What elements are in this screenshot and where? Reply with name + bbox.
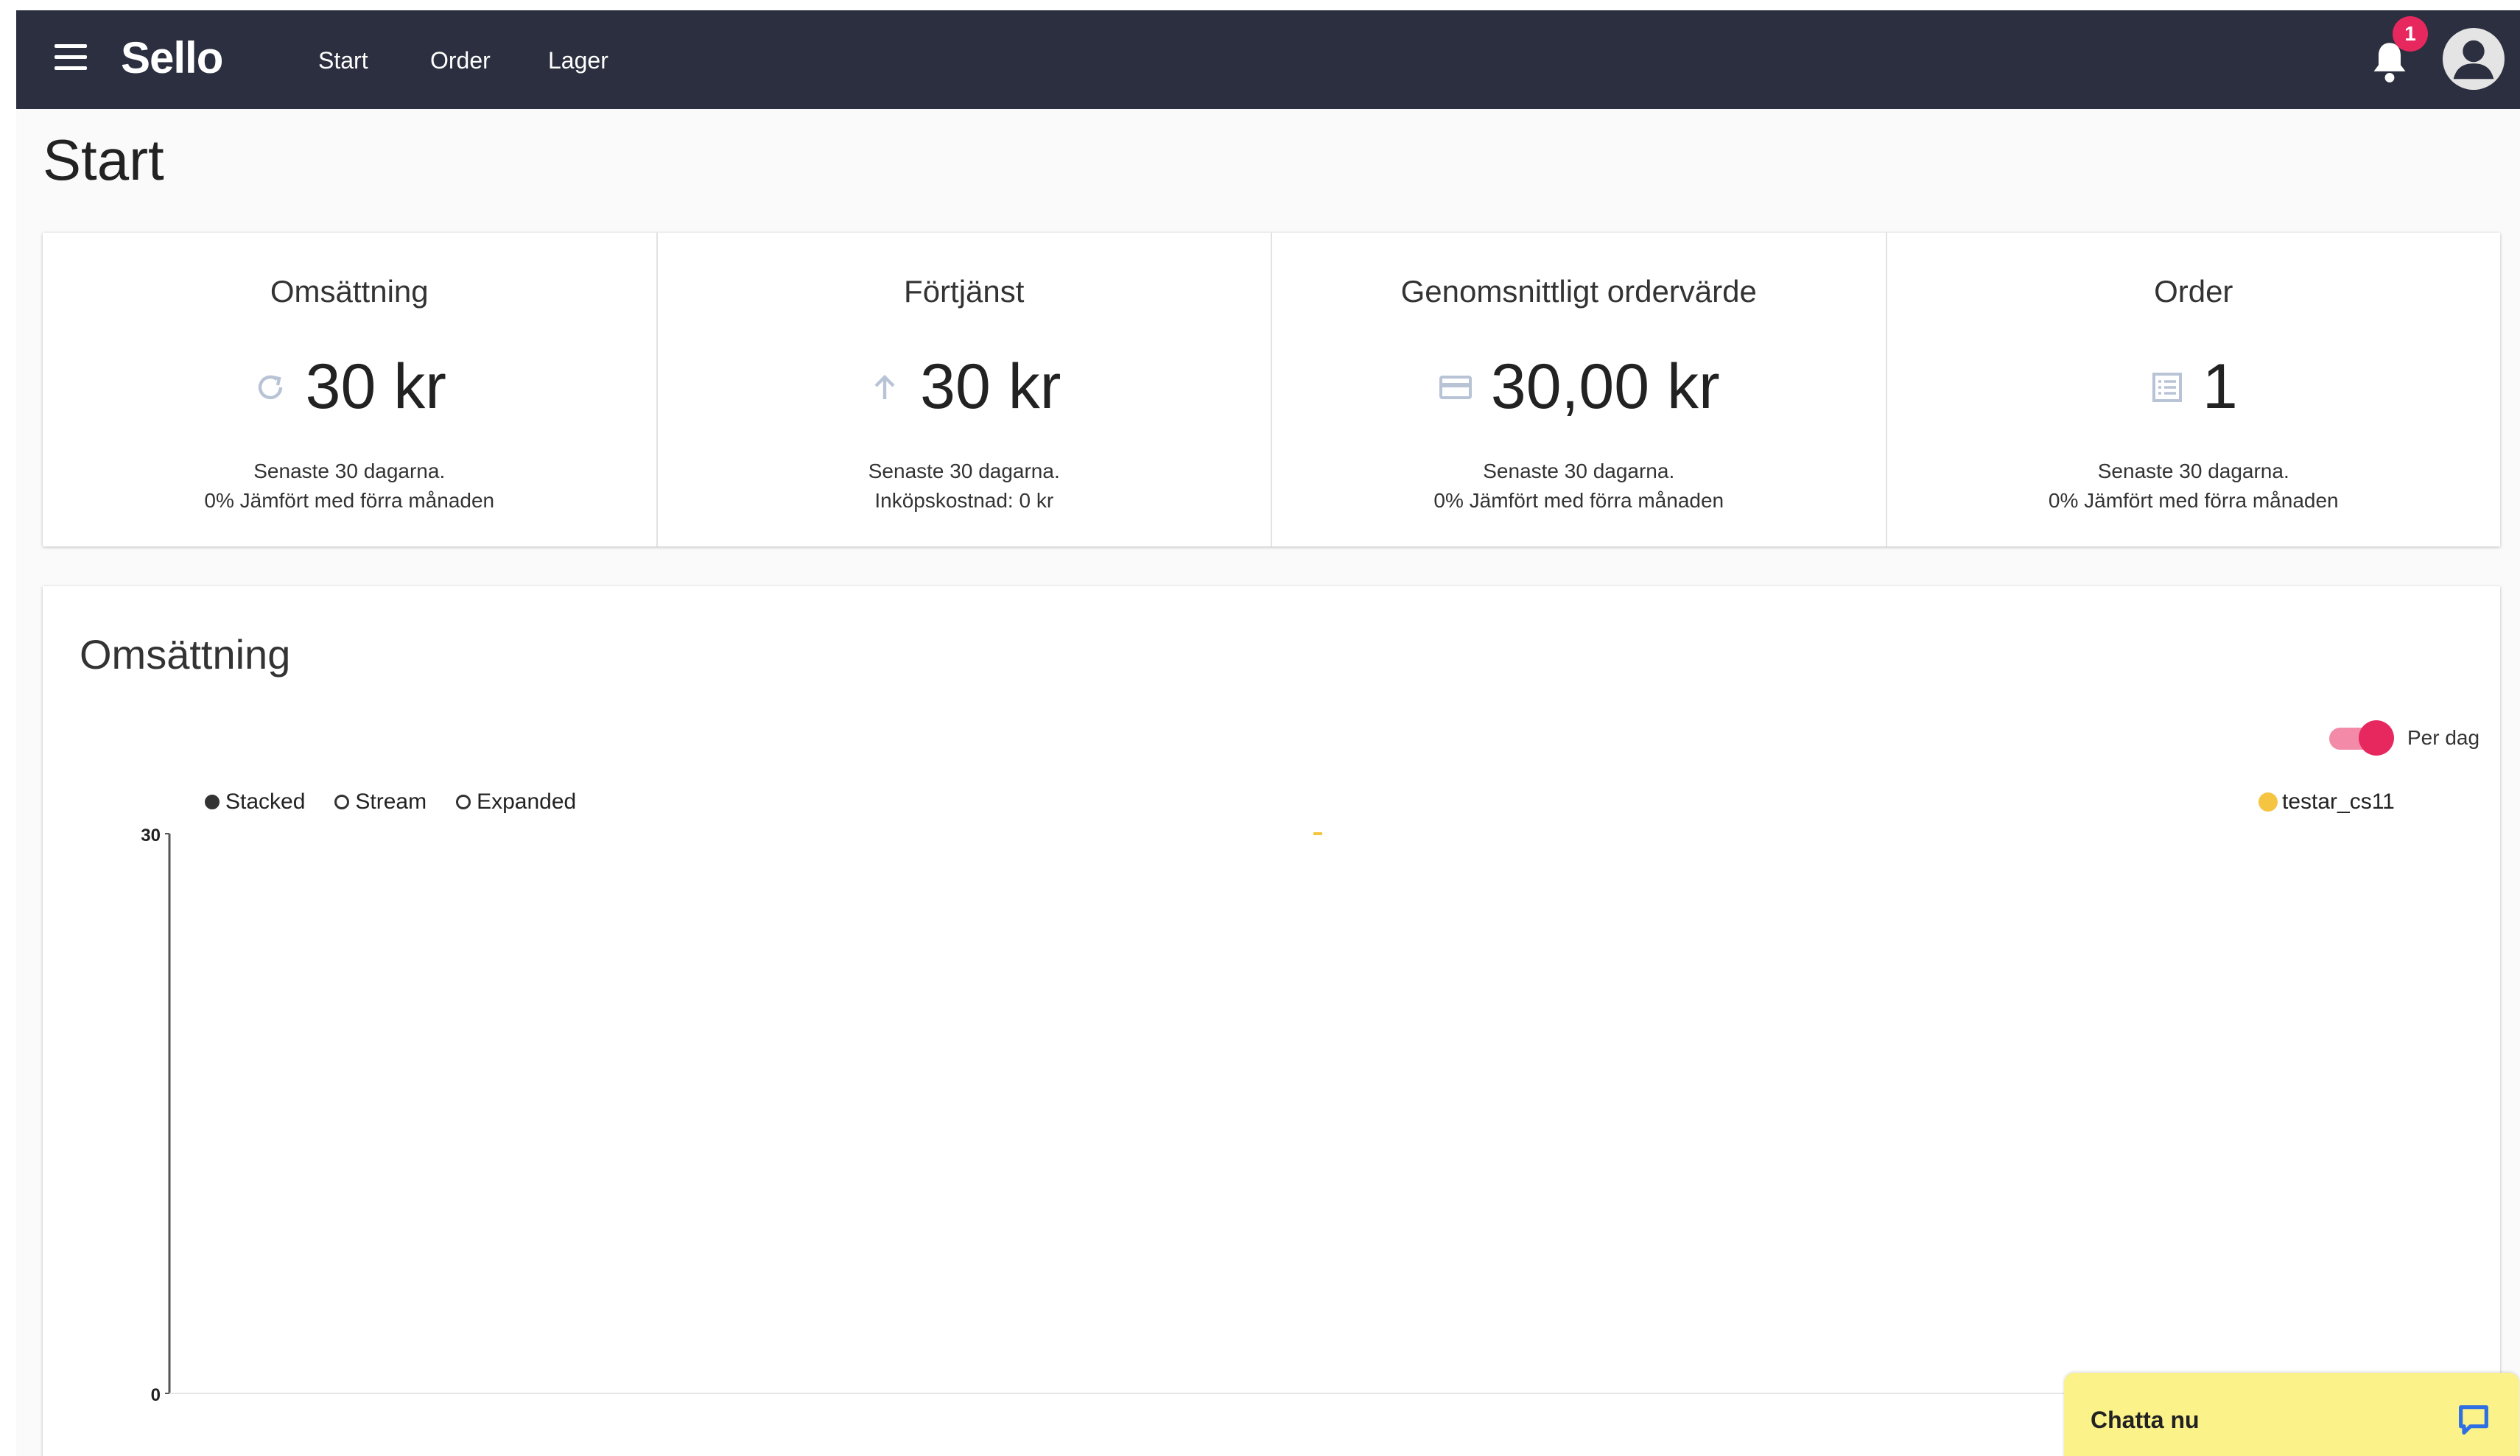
refresh-icon bbox=[258, 375, 282, 399]
notification-badge: 1 bbox=[2393, 16, 2428, 52]
brand-logo[interactable]: Sello bbox=[121, 32, 223, 83]
page-title: Start bbox=[43, 127, 164, 192]
stat-title: Förtjänst bbox=[904, 274, 1025, 309]
menu-icon[interactable] bbox=[55, 44, 87, 74]
y-tick-label: 30 bbox=[141, 826, 161, 845]
chat-widget-button[interactable]: Chatta nu bbox=[2064, 1373, 2519, 1456]
stat-title: Genomsnittligt ordervärde bbox=[1400, 274, 1757, 309]
stat-card-omsattning: Omsättning 30 kr Senaste 30 dagarna. 0% … bbox=[43, 233, 658, 546]
stat-note: Senaste 30 dagarna. bbox=[868, 460, 1060, 482]
list-icon bbox=[2152, 372, 2182, 402]
nav-lager[interactable]: Lager bbox=[548, 47, 608, 74]
stat-note: Senaste 30 dagarna. bbox=[253, 460, 446, 482]
stat-note: 0% Jämfört med förra månaden bbox=[1433, 489, 1724, 512]
stat-value: 30 kr bbox=[920, 351, 1061, 422]
nav-start[interactable]: Start bbox=[318, 47, 368, 74]
stat-value: 30 kr bbox=[305, 351, 446, 422]
top-navigation-bar: Sello Start Order Lager 1 bbox=[16, 10, 2520, 109]
stat-card-order: Order 1 Senaste 30 dagarna. 0% Jämfört m… bbox=[1887, 233, 2501, 546]
chart-canvas: 30 0 bbox=[141, 826, 2466, 1405]
chat-bubble-icon bbox=[2459, 1405, 2488, 1435]
stat-note: Senaste 30 dagarna. bbox=[1483, 460, 1675, 482]
credit-card-icon bbox=[1439, 375, 1472, 399]
stat-note: 0% Jämfört med förra månaden bbox=[204, 489, 495, 512]
stats-row: Omsättning 30 kr Senaste 30 dagarna. 0% … bbox=[43, 233, 2500, 546]
nav-order[interactable]: Order bbox=[430, 47, 491, 74]
stat-title: Order bbox=[2154, 274, 2233, 309]
stat-note: Senaste 30 dagarna. bbox=[2097, 460, 2289, 482]
user-avatar-icon[interactable] bbox=[2443, 28, 2505, 90]
chat-label: Chatta nu bbox=[2091, 1407, 2200, 1433]
stat-value: 30,00 kr bbox=[1490, 351, 1720, 422]
arrow-up-icon bbox=[874, 374, 895, 399]
stat-card-fortjanst: Förtjänst 30 kr Senaste 30 dagarna. Inkö… bbox=[658, 233, 1272, 546]
stat-card-ordervarde: Genomsnittligt ordervärde 30,00 kr Senas… bbox=[1272, 233, 1887, 546]
y-tick-label: 0 bbox=[151, 1385, 161, 1405]
stat-title: Omsättning bbox=[270, 274, 429, 309]
stat-note: Inköpskostnad: 0 kr bbox=[874, 489, 1054, 512]
revenue-chart-panel: Omsättning Per dag Stacked Stream Expand… bbox=[43, 586, 2500, 1456]
app-window: Sello Start Order Lager 1 Start Omsättni… bbox=[16, 10, 2520, 1456]
stat-value: 1 bbox=[2202, 351, 2238, 422]
stat-note: 0% Jämfört med förra månaden bbox=[2048, 489, 2339, 512]
